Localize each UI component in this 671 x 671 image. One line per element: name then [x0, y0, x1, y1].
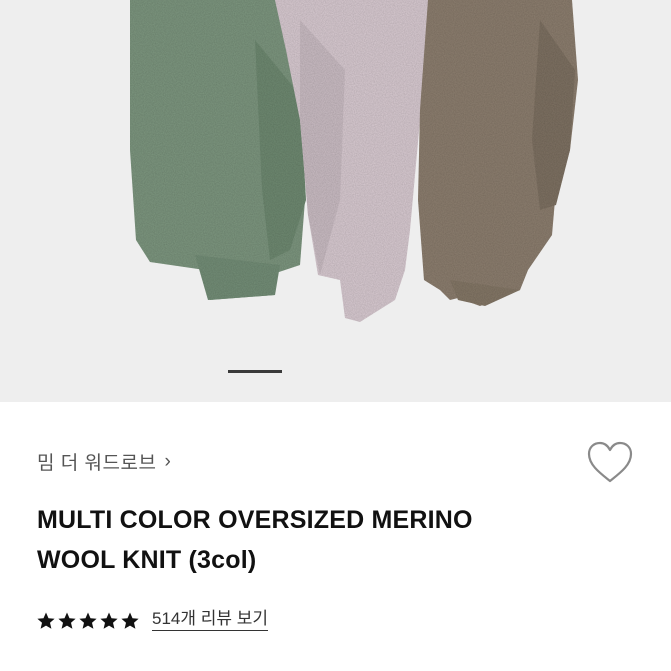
- brand-link[interactable]: 밈 더 워드로브 ›: [37, 448, 171, 475]
- heart-outline-icon[interactable]: [586, 440, 634, 486]
- chevron-right-icon: ›: [164, 450, 172, 472]
- star-icon: [79, 612, 97, 629]
- review-link[interactable]: 514개 리뷰 보기: [152, 610, 269, 631]
- green-sweater: [130, 0, 306, 300]
- star-icon: [37, 612, 55, 629]
- product-photo: [130, 0, 578, 322]
- brand-name: 밈 더 워드로브: [37, 453, 157, 474]
- product-title: MULTI COLOR OVERSIZED MERINO WOOL KNIT (…: [37, 500, 597, 580]
- star-icon: [121, 612, 139, 629]
- product-info: 밈 더 워드로브 › MULTI COLOR OVERSIZED MERINO …: [0, 402, 671, 671]
- rating-stars: [36, 611, 140, 631]
- brown-sweater: [418, 0, 578, 306]
- product-title-line-2: WOOL KNIT (3col): [37, 546, 257, 574]
- star-icon: [100, 612, 118, 629]
- product-page: 밈 더 워드로브 › MULTI COLOR OVERSIZED MERINO …: [0, 0, 671, 671]
- rating-summary: 514개 리뷰 보기: [36, 610, 269, 631]
- product-title-line-1: MULTI COLOR OVERSIZED MERINO: [37, 506, 473, 534]
- product-image-gallery[interactable]: [0, 0, 671, 402]
- gallery-page-indicator-active[interactable]: [228, 370, 282, 373]
- star-icon: [58, 612, 76, 629]
